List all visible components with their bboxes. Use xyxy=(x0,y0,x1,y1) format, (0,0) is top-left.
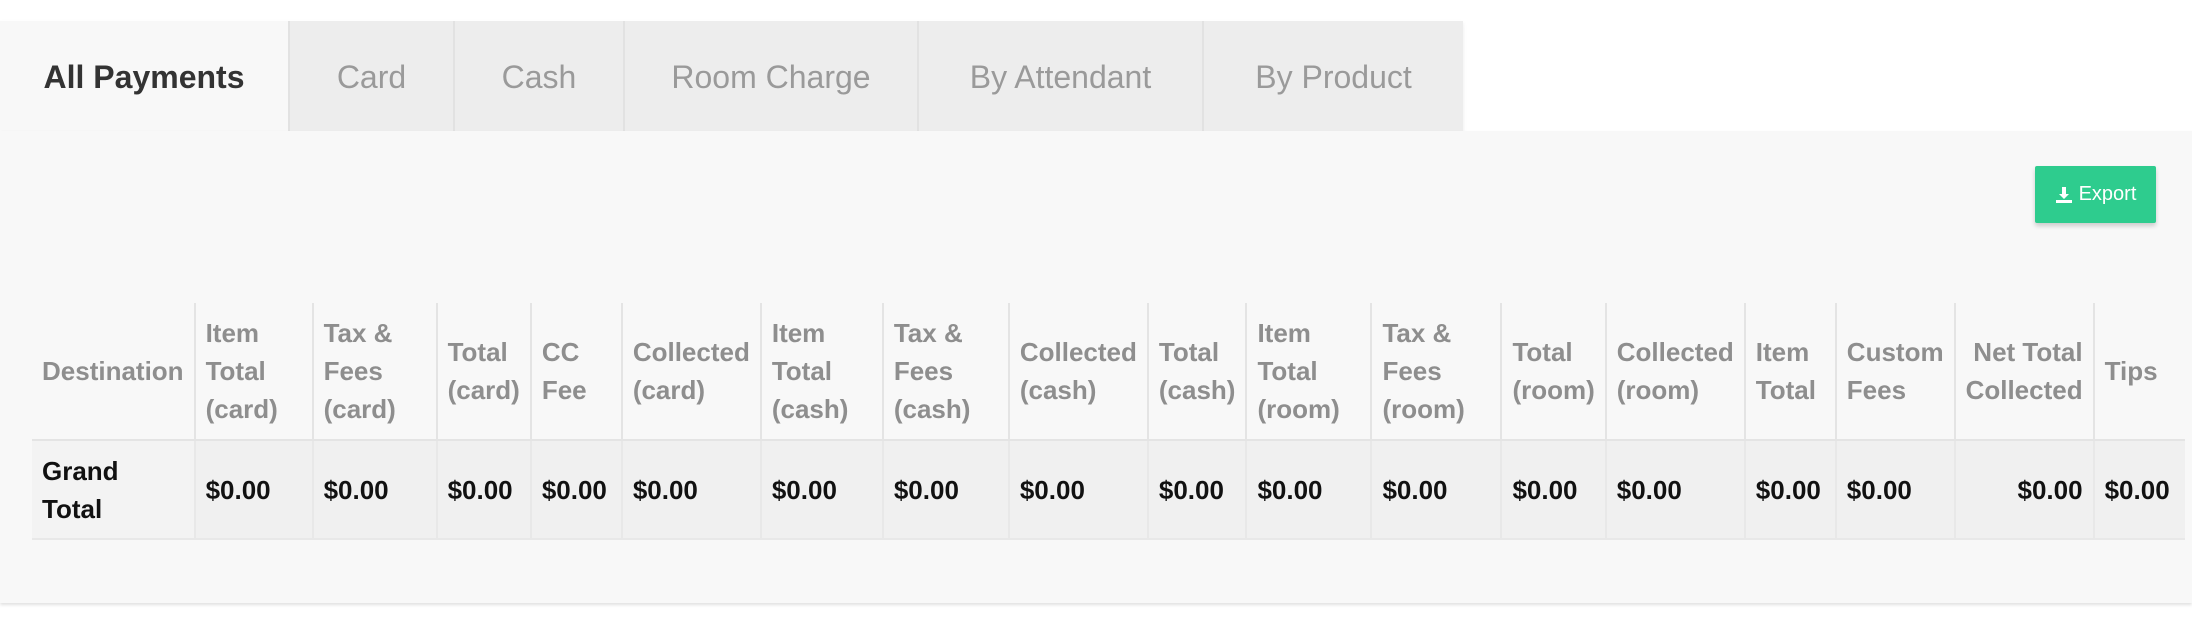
column-header: CC Fee xyxy=(529,303,622,441)
table-cell: $0.00 xyxy=(1500,440,1606,540)
column-header: Collected (room) xyxy=(1604,303,1745,441)
download-icon xyxy=(2055,186,2073,204)
table-cell: $0.00 xyxy=(1834,440,1955,540)
table-cell: $0.00 xyxy=(1953,440,2094,540)
payment-tabs: All Payments Card Cash Room Charge By At… xyxy=(0,21,1463,133)
table-header-row: Destination Item Total (card) Tax & Fees… xyxy=(32,303,2185,441)
column-header: Collected (cash) xyxy=(1007,303,1148,441)
export-label: Export xyxy=(2078,183,2137,205)
table-cell: $0.00 xyxy=(881,440,1009,540)
table-cell: $0.00 xyxy=(1370,440,1502,540)
column-header: Tax & Fees (cash) xyxy=(881,303,1009,441)
tab-by-product[interactable]: By Product xyxy=(1204,21,1463,133)
column-header: Tax & Fees (card) xyxy=(311,303,437,441)
column-header: Total (room) xyxy=(1500,303,1606,441)
report-panel: Export Destination Item Total (card) Tax… xyxy=(0,131,2192,603)
column-header: Tax & Fees (room) xyxy=(1370,303,1502,441)
table-cell: $0.00 xyxy=(620,440,761,540)
export-button[interactable]: Export xyxy=(2035,166,2156,223)
column-header: Item Total (room) xyxy=(1245,303,1372,441)
table-cell: Grand Total xyxy=(32,440,195,540)
table-cell: $0.00 xyxy=(311,440,437,540)
column-header: Net Total Collected xyxy=(1953,303,2094,441)
table-cell: $0.00 xyxy=(529,440,622,540)
column-header: Destination xyxy=(32,303,195,441)
table-cell: $0.00 xyxy=(1743,440,1836,540)
column-header: Total (cash) xyxy=(1146,303,1247,441)
column-header: Custom Fees xyxy=(1834,303,1955,441)
column-header: Tips xyxy=(2092,303,2185,441)
table-cell: $0.00 xyxy=(1146,440,1247,540)
table-cell: $0.00 xyxy=(759,440,883,540)
table-cell: $0.00 xyxy=(1007,440,1148,540)
column-header: Item Total xyxy=(1743,303,1836,441)
tab-by-attendant[interactable]: By Attendant xyxy=(919,21,1204,133)
table-row-grand-total: Grand Total $0.00 $0.00 $0.00 $0.00 $0.0… xyxy=(32,440,2185,540)
tab-all-payments[interactable]: All Payments xyxy=(0,21,290,133)
column-header: Collected (card) xyxy=(620,303,761,441)
table-cell: $0.00 xyxy=(193,440,313,540)
tab-cash[interactable]: Cash xyxy=(455,21,625,133)
column-header: Item Total (cash) xyxy=(759,303,883,441)
table-cell: $0.00 xyxy=(1245,440,1372,540)
table-cell: $0.00 xyxy=(2092,440,2185,540)
table-cell: $0.00 xyxy=(435,440,531,540)
column-header: Total (card) xyxy=(435,303,531,441)
tab-card[interactable]: Card xyxy=(290,21,455,133)
table-cell: $0.00 xyxy=(1604,440,1745,540)
payments-report-view: All Payments Card Cash Room Charge By At… xyxy=(0,0,2192,620)
tab-room-charge[interactable]: Room Charge xyxy=(625,21,919,133)
payments-table: Destination Item Total (card) Tax & Fees… xyxy=(32,303,2185,540)
column-header: Item Total (card) xyxy=(193,303,313,441)
